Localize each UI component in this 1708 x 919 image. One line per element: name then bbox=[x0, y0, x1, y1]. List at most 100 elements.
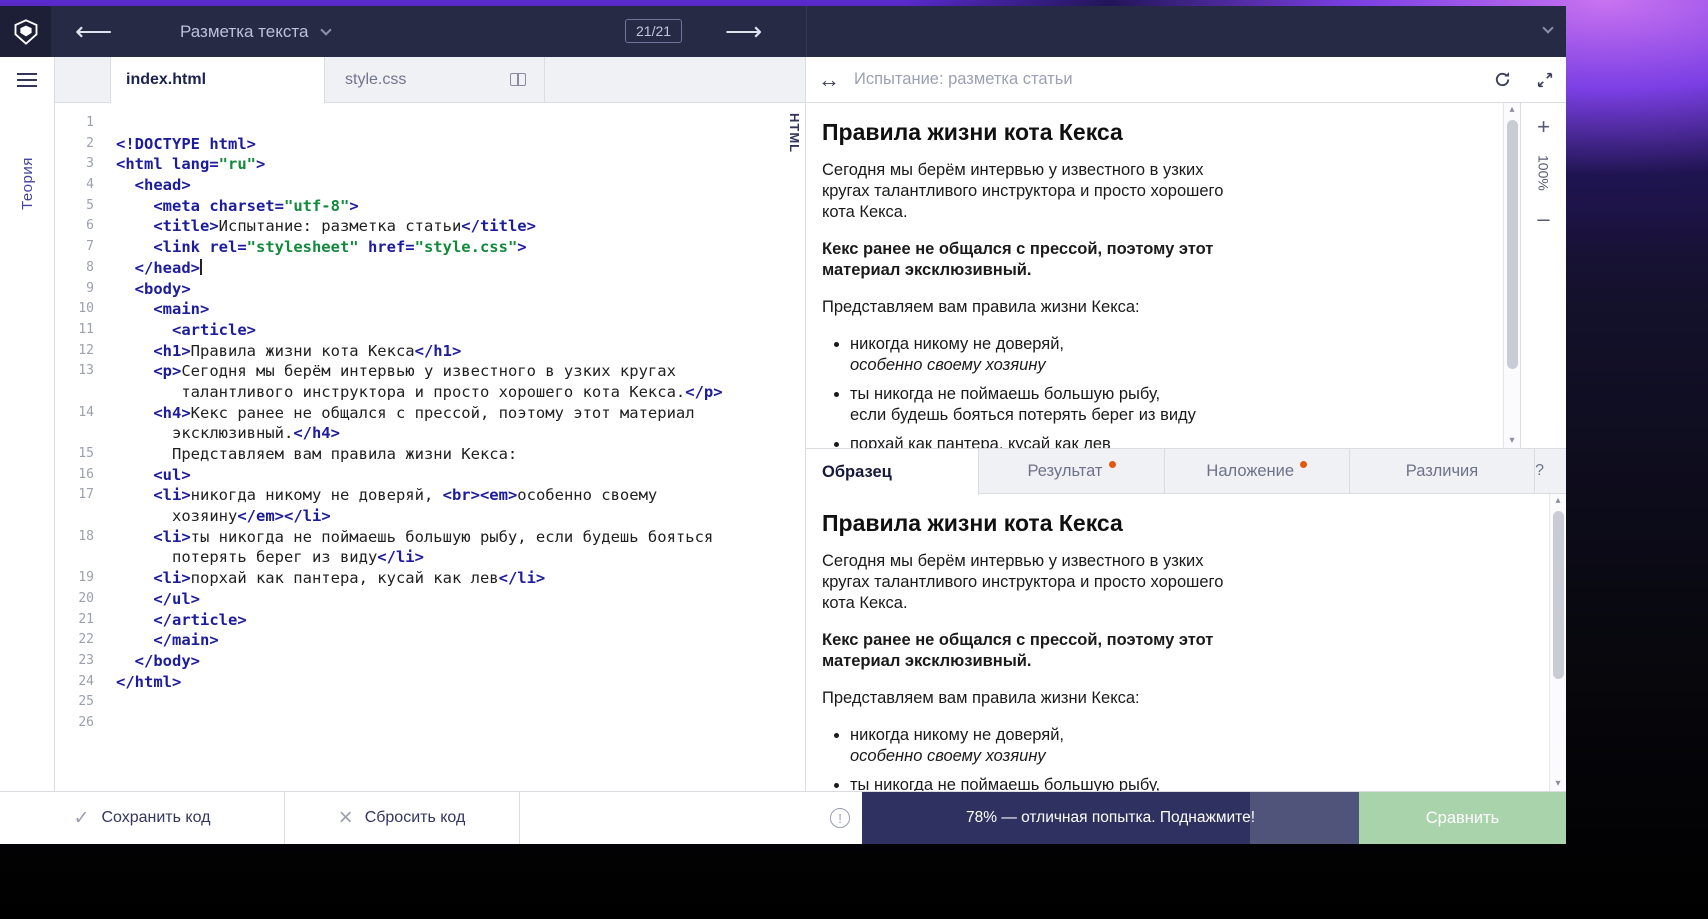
prev-task-arrow[interactable]: ⟵ bbox=[75, 6, 112, 57]
code-row: талантливого инструктора и просто хороше… bbox=[116, 382, 723, 401]
tab-label: Образец bbox=[822, 462, 892, 481]
zoom-rail: + 100% – bbox=[1520, 103, 1566, 448]
info-icon[interactable]: ! bbox=[830, 808, 850, 828]
progress-badge: 21/21 bbox=[625, 19, 683, 43]
sample-scrollbar[interactable]: ▴ ▾ bbox=[1549, 494, 1566, 791]
scroll-up-icon[interactable]: ▴ bbox=[1555, 495, 1560, 507]
logo-icon bbox=[14, 18, 37, 45]
scroll-up-icon[interactable]: ▴ bbox=[1509, 104, 1514, 116]
code-row: потерять берег из виду</li> bbox=[116, 548, 424, 567]
save-label: Сохранить код bbox=[101, 809, 211, 826]
reset-label: Сбросить код bbox=[364, 809, 466, 826]
next-task-arrow[interactable]: ⟶ bbox=[725, 6, 762, 57]
reset-code-button[interactable]: × Сбросить код bbox=[285, 792, 520, 844]
code-row: хозяину</em></li> bbox=[116, 507, 331, 526]
scroll-track[interactable] bbox=[1506, 116, 1518, 435]
sample-tab-3[interactable]: Наложение bbox=[1165, 449, 1350, 493]
rule-item: ты никогда не поймаешь большую рыбу, есл… bbox=[850, 775, 1200, 791]
expand-icon bbox=[1537, 72, 1553, 87]
editor-language-tag: HTML bbox=[787, 113, 802, 154]
sample-tab-1[interactable]: Образец bbox=[806, 449, 980, 495]
zoom-level: 100% bbox=[1535, 155, 1552, 191]
sample-page: Правила жизни кота Кекса Сегодня мы берём… bbox=[806, 494, 1549, 791]
code-row: 26 bbox=[78, 714, 94, 730]
code-row: 17 <li>никогда никому не доверяй, <br><e… bbox=[78, 486, 658, 505]
sample-pane: Образец Результат Наложение Различия? Прави… bbox=[806, 448, 1566, 791]
left-sidebar: Теория bbox=[0, 57, 55, 791]
tab-label: style.css bbox=[345, 70, 407, 88]
rule-item: никогда никому не доверяй,особенно своем… bbox=[850, 725, 1200, 767]
changed-dot bbox=[1300, 460, 1308, 468]
code-row: 3 <html lang="ru"> bbox=[86, 155, 266, 174]
sample-tab-4[interactable]: Различия bbox=[1350, 449, 1536, 493]
code-row: 18 <li>ты никогда не поймаешь большую ры… bbox=[78, 527, 714, 546]
code-row: 23 </body> bbox=[78, 651, 200, 670]
refresh-icon bbox=[1495, 72, 1510, 87]
zoom-in-button[interactable]: + bbox=[1537, 115, 1550, 139]
split-view-icon[interactable] bbox=[510, 73, 526, 86]
sample-tabbar: Образец Результат Наложение Различия? bbox=[806, 449, 1566, 495]
code-row: 25 bbox=[78, 694, 94, 710]
code-row: 10 <main> bbox=[78, 300, 210, 319]
code-row: 11 <article> bbox=[78, 320, 256, 339]
rule-item: порхай как пантера, кусай как лев bbox=[850, 434, 1200, 448]
bottombar-spacer bbox=[520, 792, 830, 844]
check-icon: ✓ bbox=[73, 807, 90, 829]
code-row: 4 <head> bbox=[86, 176, 191, 195]
code-row: 24 </html> bbox=[78, 672, 182, 691]
code-row: 22 </main> bbox=[78, 631, 219, 650]
code-row: 6 <title>Испытание: разметка статьи</tit… bbox=[86, 217, 536, 236]
refresh-button[interactable] bbox=[1481, 70, 1524, 89]
topbar-divider bbox=[806, 6, 807, 57]
scroll-thumb[interactable] bbox=[1506, 120, 1518, 369]
rendered-article: Правила жизни кота Кекса Сегодня мы берём… bbox=[822, 510, 1254, 791]
sample-tab-2[interactable]: Результат bbox=[979, 449, 1165, 493]
preview-urlbar: ↔ Испытание: разметка статьи bbox=[806, 57, 1566, 103]
course-title: Разметка текста bbox=[180, 21, 309, 41]
preview-pane: ↔ Испытание: разметка статьи Правила жиз… bbox=[806, 57, 1566, 448]
menu-icon[interactable] bbox=[17, 73, 37, 91]
code-row: 1 bbox=[86, 115, 94, 130]
tab-index-html[interactable]: index.html bbox=[110, 57, 325, 103]
scroll-thumb[interactable] bbox=[1552, 511, 1564, 680]
code-lines[interactable]: 1 2 <!DOCTYPE html> 3 <html lang="ru"> 4 <hea… bbox=[55, 103, 805, 791]
progress-bar: 78% — отличная попытка. Поднажмите! bbox=[862, 792, 1359, 844]
code-row: 7 <link rel="stylesheet" href="style.css… bbox=[86, 238, 527, 257]
tab-label: index.html bbox=[126, 71, 207, 88]
tabbar-spacer bbox=[55, 57, 110, 102]
code-row: 16 <ul> bbox=[78, 465, 191, 484]
preview-page: Правила жизни кота Кекса Сегодня мы берём… bbox=[806, 103, 1503, 448]
tab-label: Различия bbox=[1405, 461, 1479, 480]
preview-scrollbar[interactable]: ▴ ▾ bbox=[1503, 103, 1520, 448]
fullscreen-button[interactable] bbox=[1524, 71, 1566, 89]
code-row: 21 </article> bbox=[78, 610, 247, 629]
editor-tabbar: index.html style.css bbox=[55, 57, 805, 103]
topbar-dropdown-icon[interactable] bbox=[1542, 22, 1554, 34]
code-row: 12 <h1>Правила жизни кота Кекса</h1> bbox=[78, 341, 462, 360]
sidebar-item-theory[interactable]: Теория bbox=[0, 109, 55, 259]
scroll-track[interactable] bbox=[1552, 507, 1564, 778]
tab-style-css[interactable]: style.css bbox=[325, 57, 545, 102]
tab-label: Наложение bbox=[1206, 461, 1295, 480]
rule-item: ты никогда не поймаешь большую рыбу, есл… bbox=[850, 384, 1200, 426]
progress-text: 78% — отличная попытка. Поднажмите! bbox=[965, 809, 1255, 826]
course-menu[interactable]: Разметка текста bbox=[180, 6, 333, 57]
code-row: 5 <meta charset="utf-8"> bbox=[86, 196, 359, 215]
swap-layout-icon[interactable]: ↔ bbox=[806, 67, 854, 93]
scroll-down-icon[interactable]: ▾ bbox=[1509, 435, 1514, 447]
help-button[interactable]: ? bbox=[1535, 462, 1566, 480]
close-icon: × bbox=[338, 804, 353, 831]
code-row: эксклюзивный.</h4> bbox=[116, 424, 340, 443]
code-row: 19 <li>порхай как пантера, кусай как лев… bbox=[78, 569, 546, 588]
htmlacademy-logo[interactable] bbox=[0, 6, 51, 57]
compare-button[interactable]: Сравнить bbox=[1359, 792, 1566, 844]
code-row: 15 Представляем вам правила жизни Кекса: bbox=[78, 445, 518, 463]
code-row: 20 </ul> bbox=[78, 589, 200, 608]
code-row: 14 <h4>Кекс ранее не общался с прессой, … bbox=[78, 403, 695, 422]
save-code-button[interactable]: ✓ Сохранить код bbox=[0, 792, 285, 844]
zoom-out-button[interactable]: – bbox=[1537, 206, 1549, 231]
code-row: 2 <!DOCTYPE html> bbox=[86, 134, 256, 153]
scroll-down-icon[interactable]: ▾ bbox=[1555, 778, 1560, 790]
code-row: 8 </head> bbox=[86, 258, 202, 277]
text-caret bbox=[200, 258, 202, 275]
